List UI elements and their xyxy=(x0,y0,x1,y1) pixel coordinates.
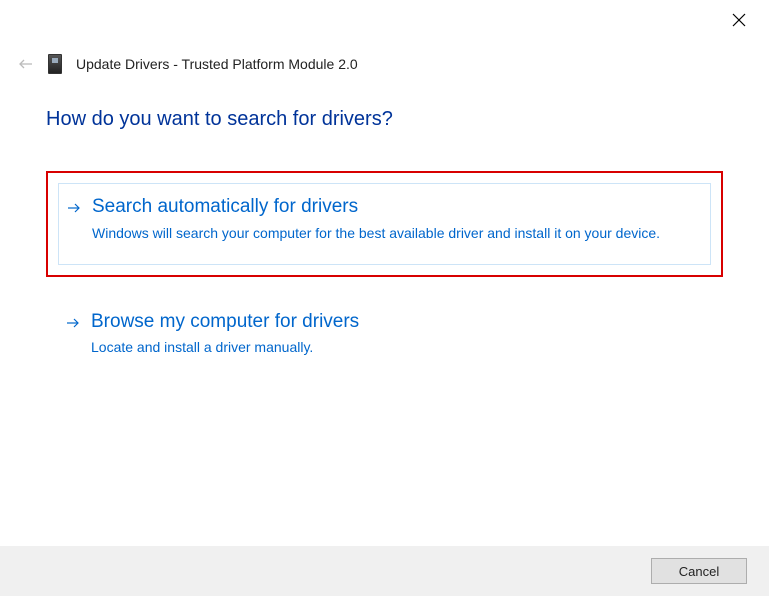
option-description: Windows will search your computer for th… xyxy=(92,224,703,243)
arrow-right-icon xyxy=(65,313,81,333)
window-title: Update Drivers - Trusted Platform Module… xyxy=(76,56,358,72)
option-title: Search automatically for drivers xyxy=(92,195,703,220)
option-title: Browse my computer for drivers xyxy=(91,310,704,335)
cancel-button[interactable]: Cancel xyxy=(651,558,747,584)
close-icon xyxy=(732,13,746,27)
footer-bar: Cancel xyxy=(0,546,769,596)
close-button[interactable] xyxy=(729,10,749,30)
device-icon xyxy=(48,54,62,74)
option-search-automatically[interactable]: Search automatically for drivers Windows… xyxy=(46,171,723,277)
back-button[interactable] xyxy=(18,56,34,72)
back-arrow-icon xyxy=(18,56,34,72)
option-description: Locate and install a driver manually. xyxy=(91,338,704,357)
option-browse-computer[interactable]: Browse my computer for drivers Locate an… xyxy=(46,295,723,377)
arrow-right-icon xyxy=(66,198,82,218)
header: Update Drivers - Trusted Platform Module… xyxy=(18,54,358,74)
question-heading: How do you want to search for drivers? xyxy=(46,108,723,131)
content-area: How do you want to search for drivers? S… xyxy=(46,108,723,394)
